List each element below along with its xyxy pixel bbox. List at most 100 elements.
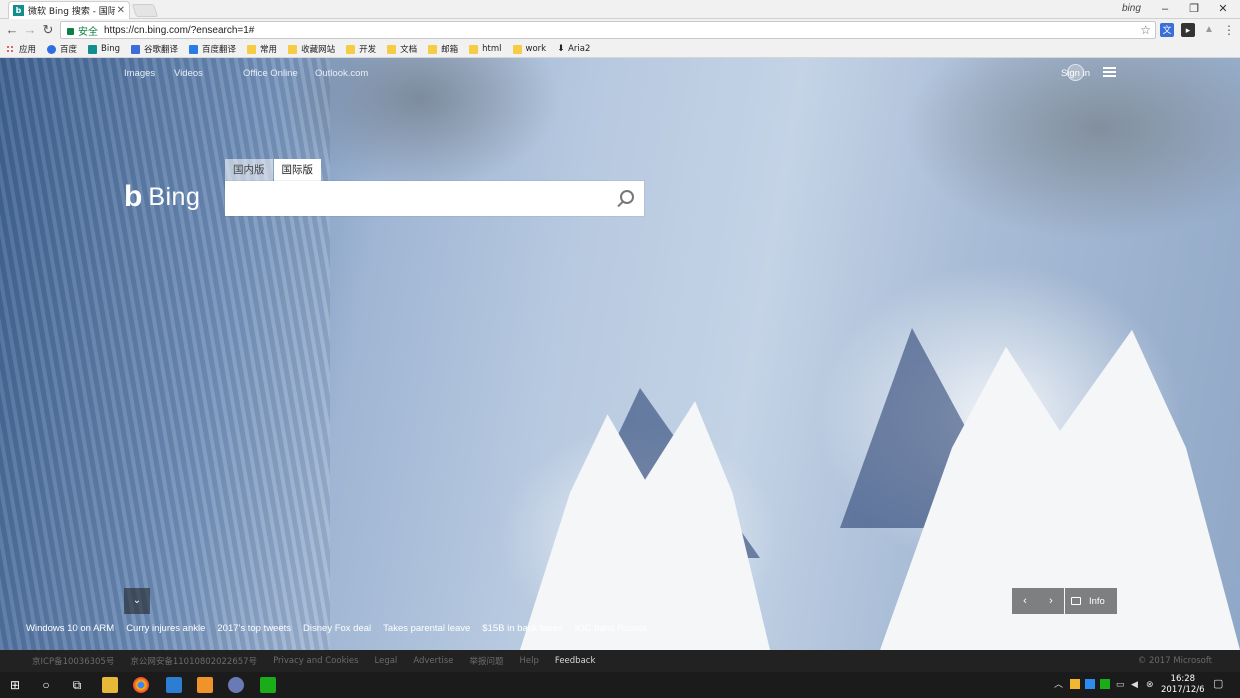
bookmark-label: html xyxy=(482,44,502,54)
extension-drive-icon[interactable]: ▲ xyxy=(1202,23,1216,37)
bookmark-label: 百度翻译 xyxy=(202,45,237,55)
next-image-button[interactable]: › xyxy=(1038,588,1064,614)
bookmark-folder-dev[interactable]: 开发 xyxy=(346,43,376,55)
user-avatar-icon[interactable] xyxy=(1067,64,1084,81)
nav-link-outlook[interactable]: Outlook.com xyxy=(315,68,368,79)
bookmark-folder-docs[interactable]: 文档 xyxy=(387,43,417,55)
tray-wechat-icon[interactable] xyxy=(1100,679,1110,689)
close-tab-icon[interactable]: ✕ xyxy=(117,5,125,16)
bookmark-bing[interactable]: Bing xyxy=(88,44,120,54)
image-info-button[interactable]: Info xyxy=(1065,588,1117,614)
minimize-icon[interactable]: – xyxy=(1158,2,1172,16)
bookmark-label: 开发 xyxy=(359,45,377,55)
tab-domestic[interactable]: 国内版 xyxy=(225,159,273,181)
url-text[interactable]: https://cn.bing.com/?ensearch=1# xyxy=(104,25,254,36)
bookmark-baidu[interactable]: 百度 xyxy=(47,43,77,55)
baidu-paw-icon xyxy=(47,44,57,54)
top-nav-outlook[interactable]: Outlook.com xyxy=(315,68,368,79)
search-icon[interactable] xyxy=(620,190,634,204)
bookmark-label: 谷歌翻译 xyxy=(144,45,179,55)
browser-tab[interactable]: b 微软 Bing 搜索 - 国际版 ✕ xyxy=(8,1,130,19)
forward-icon[interactable]: → xyxy=(22,22,38,38)
download-arrow-icon: ⬇ xyxy=(557,43,565,54)
secure-label: 安全 xyxy=(78,26,98,38)
bookmark-label: work xyxy=(525,44,547,54)
nav-link-videos[interactable]: Videos xyxy=(174,68,203,79)
news-item[interactable]: IOC bans Russia xyxy=(575,623,647,634)
network-icon[interactable]: ▭ xyxy=(1116,679,1126,689)
extension-icon[interactable]: ▸ xyxy=(1181,23,1195,37)
footer-icp-link[interactable]: 京ICP备10036305号 xyxy=(32,655,114,667)
hamburger-menu-icon[interactable] xyxy=(1103,67,1116,77)
task-view-icon[interactable]: ⧉ xyxy=(66,674,88,696)
bing-homepage: Images Videos Office Online Outlook.com … xyxy=(0,58,1240,650)
wechat-icon[interactable] xyxy=(260,677,276,693)
bookmark-folder-work[interactable]: work xyxy=(512,44,547,54)
address-bar[interactable]: 安全 https://cn.bing.com/?ensearch=1# ☆ xyxy=(60,21,1156,39)
nav-link-images[interactable]: Images xyxy=(124,68,155,79)
action-center-icon[interactable]: ▢ xyxy=(1213,679,1223,690)
news-item[interactable]: $15B in back taxes xyxy=(482,623,562,634)
scroll-down-button[interactable]: ⌄ xyxy=(124,588,150,614)
footer-advertise-link[interactable]: Advertise xyxy=(413,656,453,666)
bookmark-aria2[interactable]: ⬇ Aria2 xyxy=(557,44,590,54)
app-icon[interactable] xyxy=(228,677,244,693)
news-item[interactable]: Takes parental leave xyxy=(383,623,470,634)
cortana-search-icon[interactable]: ○ xyxy=(35,674,57,696)
volume-icon[interactable]: ◀ xyxy=(1131,679,1141,689)
tray-bluetooth-icon[interactable] xyxy=(1085,679,1095,689)
top-nav-images[interactable]: Images xyxy=(124,68,155,79)
tab-title: 微软 Bing 搜索 - 国际版 xyxy=(28,7,115,17)
footer-police-link[interactable]: 京公网安备11010802022657号 xyxy=(130,655,257,667)
bookmark-google-translate[interactable]: 谷歌翻译 xyxy=(131,43,178,55)
top-nav-office[interactable]: Office Online xyxy=(243,68,298,79)
secure-indicator[interactable]: 安全 xyxy=(67,23,98,38)
vscode-icon[interactable] xyxy=(166,677,182,693)
news-item[interactable]: 2017's top tweets xyxy=(217,623,291,634)
windows-taskbar: ⊞ ○ ⧉ ︿ ▭ ◀ ⊗ 16:28 2017/12/6 ▢ xyxy=(0,672,1240,698)
input-method-icon[interactable]: ⊗ xyxy=(1146,679,1156,689)
footer-help-link[interactable]: Help xyxy=(520,656,539,666)
file-explorer-icon[interactable] xyxy=(102,677,118,693)
previous-image-button[interactable]: ‹ xyxy=(1012,588,1038,614)
bookmark-star-icon[interactable]: ☆ xyxy=(1140,23,1151,37)
bookmark-apps[interactable]: 应用 xyxy=(6,43,36,55)
address-toolbar: ← → ↻ 安全 https://cn.bing.com/?ensearch=1… xyxy=(0,19,1240,41)
menu-more-icon[interactable]: ⋮ xyxy=(1222,23,1236,37)
translate-extension-icon[interactable]: 文 xyxy=(1160,23,1174,37)
camera-icon xyxy=(1071,597,1081,605)
tray-app-icon[interactable] xyxy=(1070,679,1080,689)
bing-logo-text: Bing xyxy=(148,182,201,211)
new-tab-button[interactable] xyxy=(131,4,159,17)
nav-link-office-online[interactable]: Office Online xyxy=(243,68,298,79)
bookmark-label: 收藏网站 xyxy=(301,45,336,55)
bookmark-folder-html[interactable]: html xyxy=(469,44,502,54)
tray-expand-icon[interactable]: ︿ xyxy=(1054,679,1064,689)
close-window-icon[interactable]: ✕ xyxy=(1216,2,1230,16)
footer-privacy-link[interactable]: Privacy and Cookies xyxy=(273,656,358,666)
reload-icon[interactable]: ↻ xyxy=(40,22,56,38)
search-input[interactable] xyxy=(225,181,605,216)
top-nav-videos[interactable]: Videos xyxy=(174,68,203,79)
chrome-icon[interactable] xyxy=(133,677,149,693)
news-item[interactable]: Curry injures ankle xyxy=(126,623,205,634)
back-icon[interactable]: ← xyxy=(4,22,20,38)
clock-time: 16:28 xyxy=(1170,674,1196,684)
bing-favicon-icon: b xyxy=(13,5,24,16)
footer-legal-link[interactable]: Legal xyxy=(375,656,398,666)
restore-icon[interactable]: ❐ xyxy=(1187,2,1201,16)
news-item[interactable]: Windows 10 on ARM xyxy=(26,623,114,634)
bing-icon xyxy=(88,44,98,54)
footer-report-link[interactable]: 举报问题 xyxy=(469,655,503,667)
news-item[interactable]: Disney Fox deal xyxy=(303,623,371,634)
bookmark-label: 应用 xyxy=(19,45,37,55)
bookmark-folder-mail[interactable]: 邮箱 xyxy=(428,43,458,55)
bookmark-baidu-translate[interactable]: 百度翻译 xyxy=(189,43,236,55)
footer-feedback-link[interactable]: Feedback xyxy=(555,656,595,666)
tab-international[interactable]: 国际版 xyxy=(273,159,321,181)
bookmark-folder-favorites[interactable]: 收藏网站 xyxy=(288,43,335,55)
system-clock[interactable]: 16:28 2017/12/6 xyxy=(1161,674,1205,696)
bookmark-folder-common[interactable]: 常用 xyxy=(247,43,277,55)
windows-start-icon[interactable]: ⊞ xyxy=(4,674,26,696)
sublime-text-icon[interactable] xyxy=(197,677,213,693)
